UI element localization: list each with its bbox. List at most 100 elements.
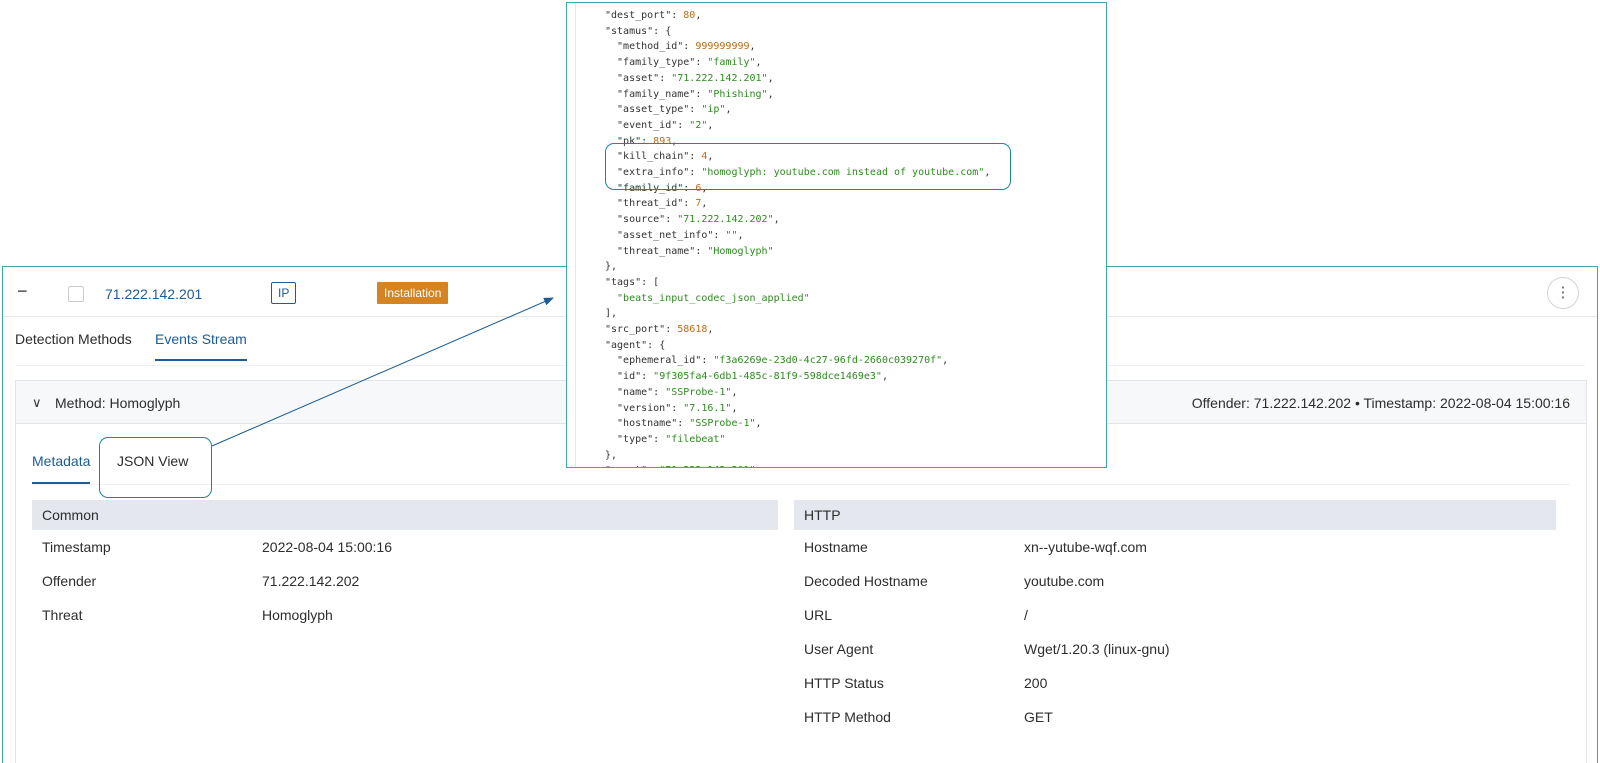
json-token: "asset" xyxy=(605,72,660,84)
json-token: , xyxy=(737,229,744,241)
json-token: , xyxy=(707,151,714,163)
detail-tabs-divider xyxy=(32,484,1570,485)
json-token: "asset_type" xyxy=(605,104,690,116)
method-title: Method: Homoglyph xyxy=(55,395,181,411)
field-label: Timestamp xyxy=(42,539,111,555)
json-line: }, xyxy=(605,448,990,464)
common-section-header: Common xyxy=(32,500,778,530)
table-row: Timestamp 2022-08-04 15:00:16 xyxy=(32,530,778,564)
json-token: "" xyxy=(725,229,738,241)
json-line: "source": "71.222.142.202", xyxy=(605,212,990,228)
json-token: , xyxy=(701,198,708,210)
table-row: Offender 71.222.142.202 xyxy=(32,564,778,598)
json-gutter-line xyxy=(575,3,576,467)
json-token: , xyxy=(984,167,991,179)
field-value: xn--yutube-wqf.com xyxy=(1024,539,1147,555)
json-token: "2" xyxy=(689,119,708,131)
json-line: "asset_type": "ip", xyxy=(605,102,990,118)
asset-type-badge: IP xyxy=(271,282,297,304)
json-token: : xyxy=(689,167,702,179)
json-token: "filebeat" xyxy=(665,433,726,445)
json-line: "extra_info": "homoglyph: youtube.com in… xyxy=(605,165,990,181)
json-token: : xyxy=(695,245,708,257)
field-value: youtube.com xyxy=(1024,573,1105,589)
json-token: "hostname" xyxy=(605,418,678,430)
json-token: "threat_id" xyxy=(605,198,684,210)
json-token: 80 xyxy=(683,10,696,21)
json-token: "homoglyph: youtube.com instead of youtu… xyxy=(701,167,985,179)
json-token: : xyxy=(683,198,696,210)
json-token: "asset" xyxy=(605,465,647,467)
field-value: GET xyxy=(1024,709,1053,725)
json-token: ], xyxy=(605,308,618,320)
common-section: Common Timestamp 2022-08-04 15:00:16 Off… xyxy=(32,500,778,632)
field-label: URL xyxy=(804,607,833,623)
json-token: "f3a6269e-23d0-4c27-96fd-2660c039270f" xyxy=(713,355,943,367)
field-label: User Agent xyxy=(804,641,874,657)
json-token: "threat_name" xyxy=(605,245,696,257)
tab-json-view[interactable]: JSON View xyxy=(117,453,188,482)
table-row: User Agent Wget/1.20.3 (linux-gnu) xyxy=(794,632,1556,666)
json-token: , xyxy=(707,324,714,336)
field-value: 2022-08-04 15:00:16 xyxy=(262,539,392,555)
json-token: : xyxy=(677,418,690,430)
json-code-block: "dest_port": 80, "stamus": { "method_id":… xyxy=(605,8,990,467)
field-label: HTTP Status xyxy=(804,675,884,691)
json-token: "agent" xyxy=(605,339,648,351)
json-token: "Homoglyph" xyxy=(707,245,774,257)
json-token: "family" xyxy=(707,57,756,69)
json-token: , xyxy=(731,386,738,398)
json-view-popup[interactable]: "dest_port": 80, "stamus": { "method_id":… xyxy=(566,2,1107,468)
json-line: "asset": "71.222.142.201", xyxy=(605,71,990,87)
json-line: }, xyxy=(605,259,990,275)
json-line: "hostname": "SSProbe-1", xyxy=(605,416,990,432)
table-row: URL / xyxy=(794,598,1556,632)
json-token: }, xyxy=(605,261,618,273)
json-token: "Phishing" xyxy=(707,88,768,100)
json-token: "SSProbe-1" xyxy=(689,418,756,430)
json-token: , xyxy=(671,135,678,147)
kill-chain-stage-badge: Installation xyxy=(377,282,449,304)
table-row: Decoded Hostname youtube.com xyxy=(794,564,1556,598)
json-token: "pk" xyxy=(605,135,642,147)
json-token: 893 xyxy=(653,135,672,147)
json-token: "source" xyxy=(605,214,666,226)
json-token: , xyxy=(725,104,732,116)
json-line: "family_id": 6, xyxy=(605,181,990,197)
json-line: "event_id": "2", xyxy=(605,118,990,134)
more-options-icon[interactable]: ⋮ xyxy=(1547,277,1579,309)
tab-detection-methods[interactable]: Detection Methods xyxy=(15,331,132,359)
json-line: "tags": [ xyxy=(605,275,990,291)
http-section-header: HTTP xyxy=(794,500,1556,530)
method-offender-timestamp: Offender: 71.222.142.202 • Timestamp: 20… xyxy=(1191,395,1570,411)
json-token: , xyxy=(731,402,738,414)
tab-events-stream[interactable]: Events Stream xyxy=(155,331,247,361)
asset-ip-link[interactable]: 71.222.142.201 xyxy=(105,286,202,302)
table-row: Hostname xn--yutube-wqf.com xyxy=(794,530,1556,564)
field-label: Hostname xyxy=(804,539,868,555)
json-token: , xyxy=(707,119,714,131)
tab-metadata[interactable]: Metadata xyxy=(32,453,91,484)
json-token: : xyxy=(695,57,708,69)
json-token: "9f305fa4-6db1-485c-81f9-598dce1469e3" xyxy=(653,371,882,383)
json-token: "id" xyxy=(605,371,642,383)
json-token: : { xyxy=(653,25,672,37)
json-token: "extra_info" xyxy=(605,167,690,179)
json-token: : xyxy=(641,371,654,383)
json-token: : xyxy=(659,72,672,84)
collapse-button[interactable]: − xyxy=(17,282,33,300)
chevron-down-icon[interactable]: ∨ xyxy=(32,395,42,411)
json-token: , xyxy=(695,10,702,21)
json-line: ], xyxy=(605,306,990,322)
json-line: "id": "9f305fa4-6db1-485c-81f9-598dce146… xyxy=(605,369,990,385)
json-token: "src_port" xyxy=(605,324,666,336)
json-token: "type" xyxy=(605,433,654,445)
row-checkbox[interactable] xyxy=(68,286,84,302)
json-token: "family_id" xyxy=(605,182,684,194)
json-token: , xyxy=(767,88,774,100)
json-line: "family_name": "Phishing", xyxy=(605,87,990,103)
json-token: "ephemeral_id" xyxy=(605,355,702,367)
json-token: : xyxy=(653,433,666,445)
json-token: "family_name" xyxy=(605,88,696,100)
json-token: : xyxy=(665,324,678,336)
